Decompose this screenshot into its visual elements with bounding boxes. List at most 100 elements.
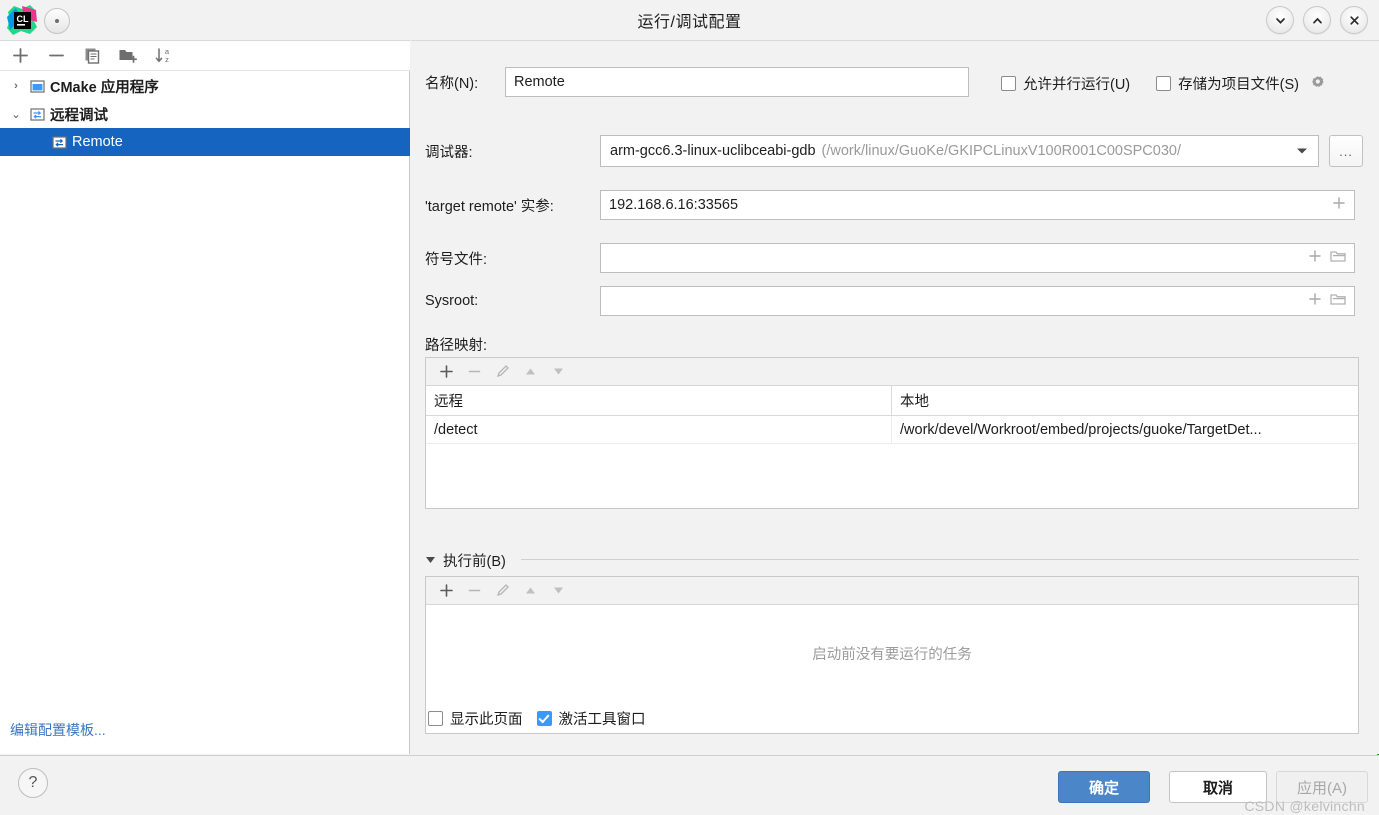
add-icon[interactable] (438, 583, 454, 598)
tree-item-label: Remote (72, 134, 123, 150)
debugger-field-row: 调试器: arm-gcc6.3-linux-uclibceabi-gdb (/w… (425, 135, 1363, 167)
path-mapping-table: 远程 本地 /detect /work/devel/Workroot/embed… (425, 357, 1359, 509)
sort-alphabetically-icon[interactable]: a z (150, 43, 178, 69)
tree-item-remote-debug[interactable]: ⌄ 远程调试 (0, 100, 410, 128)
path-mapping-toolbar (426, 358, 1358, 386)
dialog-footer: ? 确定 取消 应用(A) CSDN @kelvinchn (0, 755, 1379, 815)
path-mapping-label: 路径映射: (425, 338, 488, 354)
ellipsis-label: ... (1339, 143, 1353, 159)
add-icon[interactable] (6, 43, 34, 69)
debugger-select[interactable]: arm-gcc6.3-linux-uclibceabi-gdb (/work/l… (600, 135, 1319, 167)
debugger-label: 调试器: (425, 144, 473, 161)
symbol-file-label: 符号文件: (425, 251, 488, 268)
cell-local: /work/devel/Workroot/embed/projects/guok… (891, 416, 1358, 443)
sysroot-input[interactable] (600, 286, 1355, 316)
sysroot-field-row: Sysroot: (425, 286, 1355, 316)
store-as-project-file-label: 存储为项目文件(S) (1178, 77, 1299, 93)
remove-icon[interactable] (42, 43, 70, 69)
edit-configuration-templates-link[interactable]: 编辑配置模板... (10, 720, 106, 740)
before-launch-section-header[interactable]: 执行前(B) (425, 550, 506, 571)
svg-text:z: z (165, 55, 169, 64)
before-launch-toolbar (426, 577, 1358, 605)
question-mark-icon: ? (28, 774, 38, 791)
browse-folder-icon[interactable] (1330, 292, 1346, 310)
name-label: 名称(N): (425, 75, 479, 92)
show-this-page-checkbox[interactable]: 显示此页面 (428, 708, 523, 729)
name-input-value: Remote (514, 74, 565, 90)
configurations-sidebar: a z › CMake 应用程序 ⌄ 远程调试 Remote 编辑配置模板... (0, 40, 410, 754)
copy-icon[interactable] (78, 43, 106, 69)
name-input[interactable]: Remote (505, 67, 969, 97)
expand-icon[interactable] (1332, 196, 1346, 214)
store-as-project-file-checkbox[interactable]: 存储为项目文件(S) (1156, 73, 1299, 94)
minimize-button[interactable] (1266, 6, 1294, 34)
table-row[interactable]: /detect /work/devel/Workroot/embed/proje… (426, 416, 1358, 444)
expand-icon[interactable] (1308, 292, 1322, 310)
checkbox-box-checked (536, 711, 552, 726)
configuration-tree: › CMake 应用程序 ⌄ 远程调试 Remote (0, 72, 410, 156)
close-button[interactable] (1340, 6, 1368, 34)
tree-item-remote[interactable]: Remote (0, 128, 410, 156)
gear-icon[interactable] (1309, 74, 1326, 94)
target-remote-label: 'target remote' 实参: (425, 198, 554, 215)
remote-config-icon (48, 135, 70, 150)
move-up-icon (522, 365, 538, 378)
chevron-right-icon[interactable]: › (6, 80, 26, 92)
activate-tool-window-checkbox[interactable]: 激活工具窗口 (536, 708, 646, 729)
checkbox-box (1156, 76, 1172, 91)
column-header-remote: 远程 (434, 394, 463, 410)
target-remote-value: 192.168.6.16:33565 (609, 197, 739, 213)
name-field-row: 名称(N): Remote (425, 67, 969, 97)
activate-tool-window-label: 激活工具窗口 (558, 712, 646, 728)
move-down-icon (550, 365, 566, 378)
configuration-editor-panel: 名称(N): Remote 允许并行运行(U) 存储为项目文件(S) 调试器: … (411, 40, 1379, 754)
allow-parallel-run-label: 允许并行运行(U) (1023, 77, 1131, 93)
debugger-browse-button[interactable]: ... (1329, 135, 1363, 167)
chevron-down-icon[interactable]: ⌄ (6, 108, 26, 121)
chevron-down-icon (1275, 17, 1285, 24)
help-button[interactable]: ? (18, 768, 48, 798)
show-this-page-label: 显示此页面 (450, 712, 523, 728)
expand-icon[interactable] (1308, 249, 1322, 267)
cell-remote: /detect (434, 421, 478, 438)
dialog-title: 运行/调试配置 (637, 14, 742, 31)
tree-item-cmake-application[interactable]: › CMake 应用程序 (0, 72, 410, 100)
before-launch-options: 显示此页面 激活工具窗口 (428, 708, 646, 729)
section-divider (521, 559, 1359, 560)
debugger-select-path: (/work/linux/GuoKe/GKIPCLinuxV100R001C00… (821, 143, 1181, 159)
new-folder-icon[interactable] (114, 43, 142, 69)
tree-item-label: CMake 应用程序 (50, 79, 159, 96)
target-remote-field-row: 'target remote' 实参: 192.168.6.16:33565 (425, 190, 1355, 220)
triangle-down-icon[interactable] (425, 555, 436, 567)
remove-icon (466, 583, 482, 598)
ok-button[interactable]: 确定 (1058, 771, 1150, 803)
path-mapping-header-row: 远程 本地 (426, 386, 1358, 416)
checkbox-box (1001, 76, 1016, 91)
add-icon[interactable] (438, 364, 454, 379)
symbol-file-input[interactable] (600, 243, 1355, 273)
remove-icon (466, 364, 482, 379)
target-remote-input[interactable]: 192.168.6.16:33565 (600, 190, 1355, 220)
chevron-down-icon[interactable] (1290, 143, 1314, 159)
move-down-icon (550, 584, 566, 597)
debugger-select-value: arm-gcc6.3-linux-uclibceabi-gdb (610, 143, 816, 159)
close-icon (1349, 15, 1359, 25)
chevron-up-icon (1312, 17, 1322, 23)
allow-parallel-run-checkbox[interactable]: 允许并行运行(U) (1001, 73, 1130, 94)
cmake-application-icon (26, 79, 48, 94)
column-header-local: 本地 (891, 386, 1358, 415)
edit-icon (494, 583, 510, 598)
watermark: CSDN @kelvinchn (1244, 798, 1365, 814)
run-debug-configurations-dialog: CL 运行/调试配置 a z › CMake 应用程序 ⌄ 远程调试 Remot… (0, 0, 1379, 815)
symbol-file-field-row: 符号文件: (425, 243, 1355, 273)
sysroot-label: Sysroot: (425, 293, 479, 309)
maximize-button[interactable] (1303, 6, 1331, 34)
browse-folder-icon[interactable] (1330, 249, 1346, 267)
remote-debug-icon (26, 107, 48, 122)
checkbox-box (428, 711, 443, 726)
move-up-icon (522, 584, 538, 597)
sidebar-toolbar: a z (0, 41, 410, 71)
before-launch-title: 执行前(B) (443, 554, 506, 570)
name-row-options: 允许并行运行(U) 存储为项目文件(S) (1001, 73, 1326, 94)
edit-icon (494, 364, 510, 379)
